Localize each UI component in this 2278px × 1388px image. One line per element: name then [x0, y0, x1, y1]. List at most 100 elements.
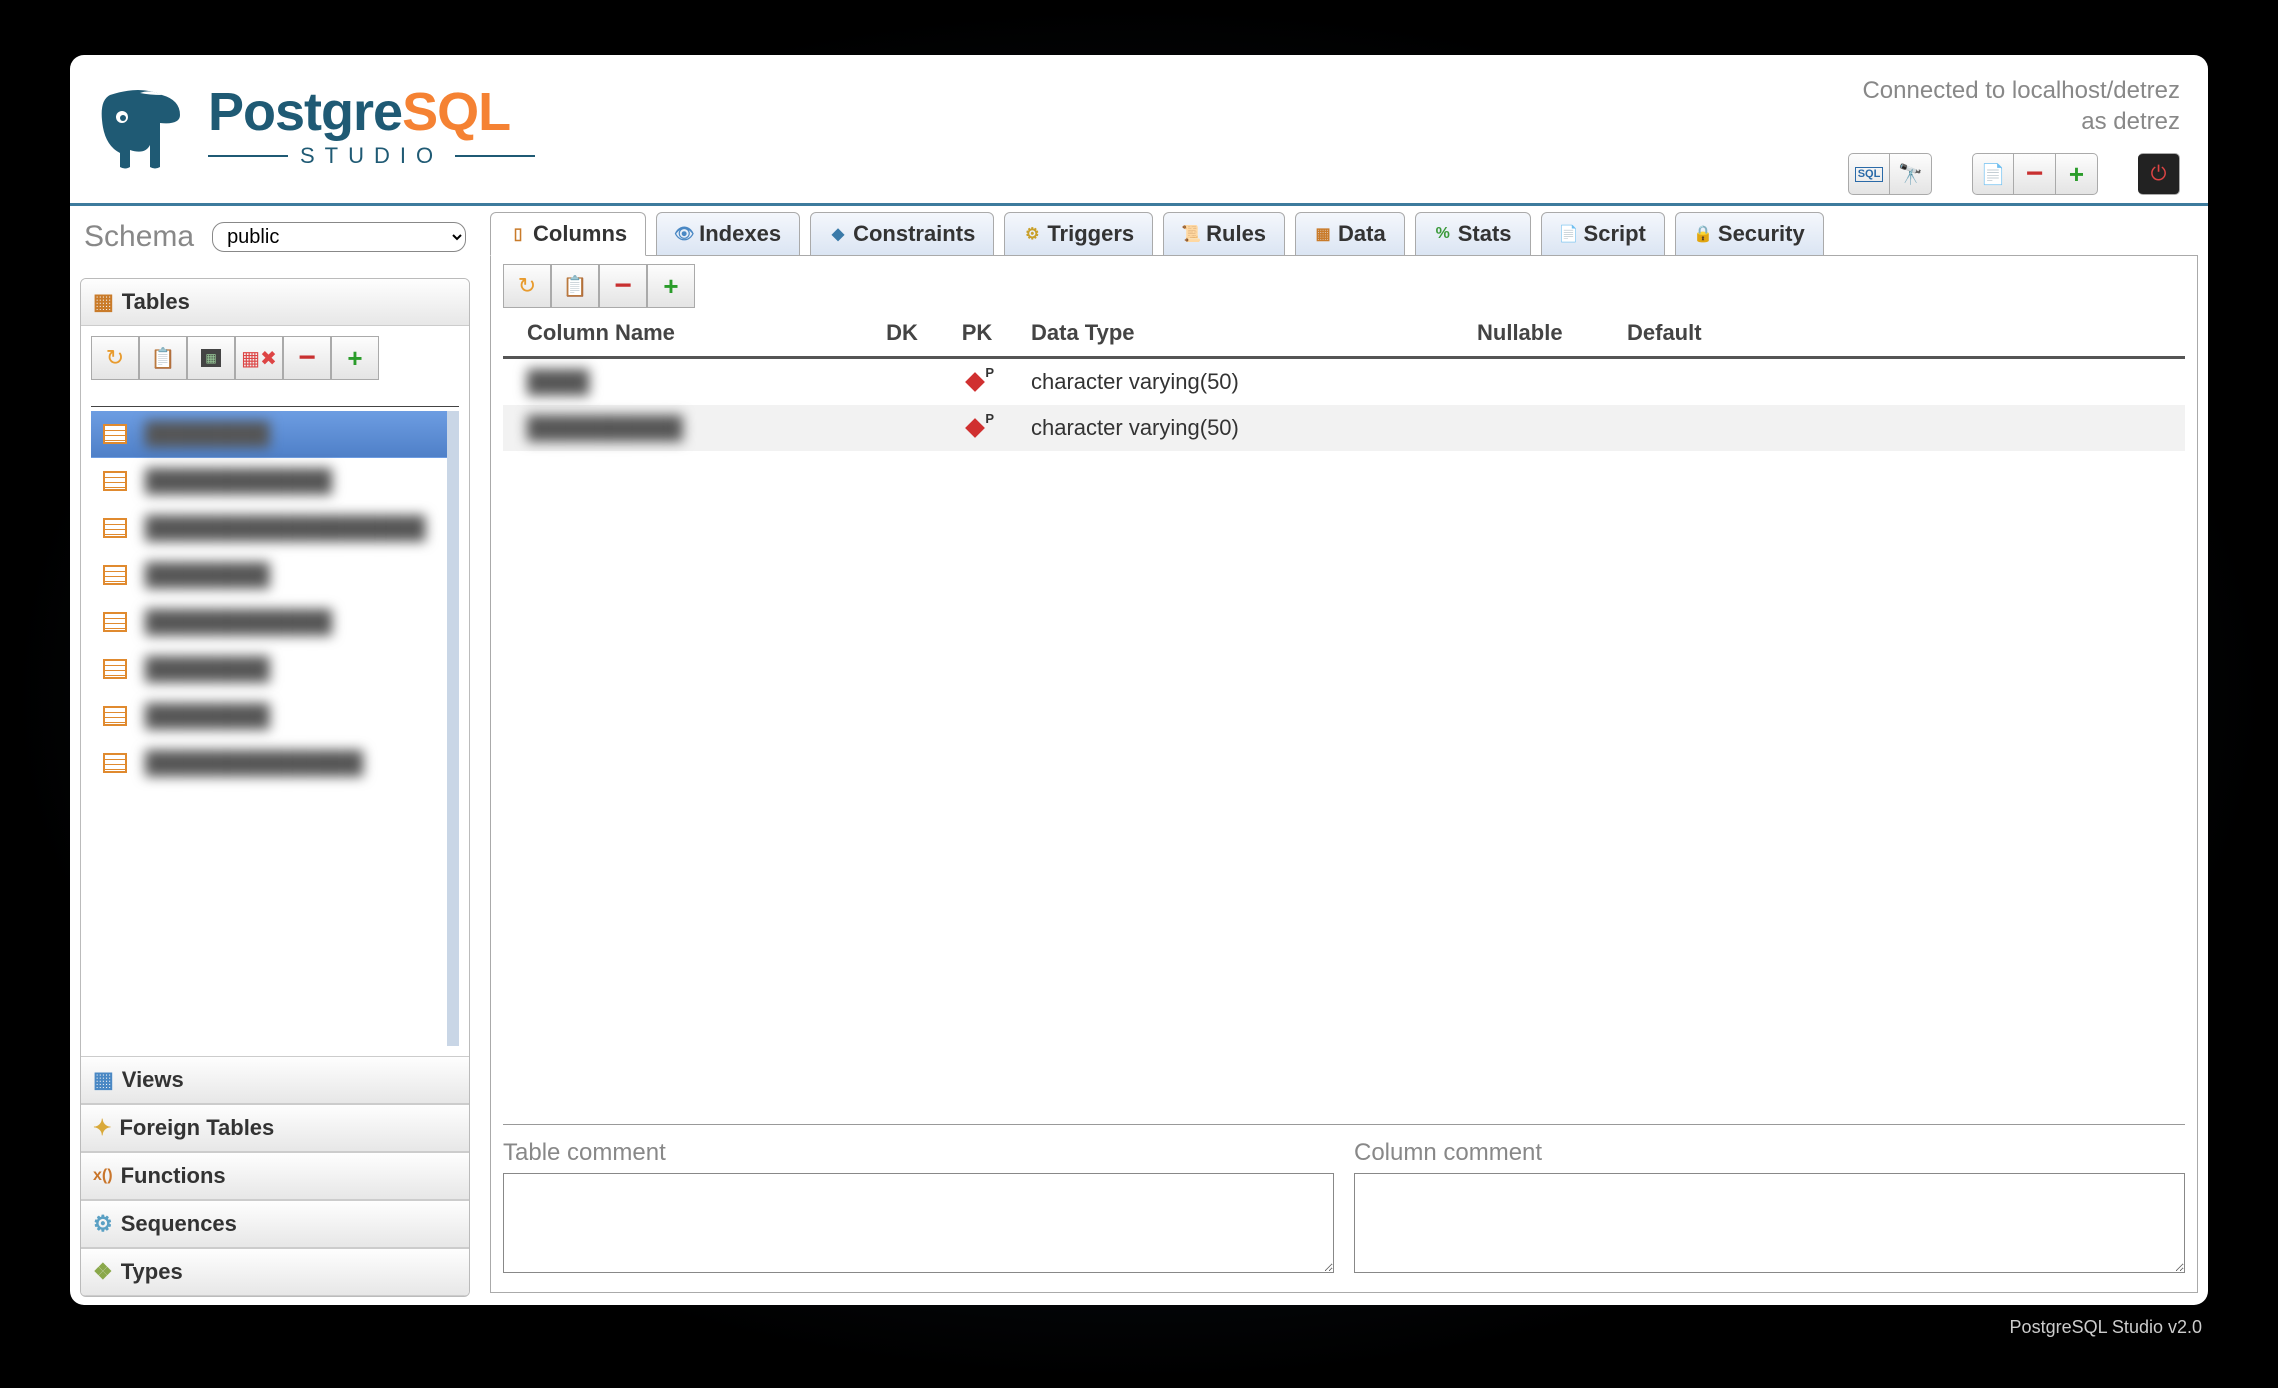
new-item-button[interactable]: 📄: [1972, 153, 2014, 195]
cell-default: [1627, 415, 2185, 441]
table-icon: [103, 565, 127, 585]
cell-pk: [937, 369, 1017, 395]
cell-pk: [937, 415, 1017, 441]
table-name: ██████████████: [145, 750, 363, 776]
tab-columns[interactable]: ▯Columns: [490, 212, 646, 256]
tab-label: Constraints: [853, 221, 975, 247]
tab-icon: %: [1434, 225, 1452, 243]
table-item[interactable]: ████████: [91, 552, 447, 599]
grid-header: Column Name DK PK Data Type Nullable Def…: [503, 312, 2185, 359]
views-icon: ▦: [93, 1067, 114, 1093]
add-button[interactable]: +: [2056, 153, 2098, 195]
analyze-table-button[interactable]: ▦: [187, 336, 235, 380]
sql-worksheet-button[interactable]: SQL: [1848, 153, 1890, 195]
section-label: Types: [121, 1259, 183, 1285]
col-header-pk[interactable]: PK: [937, 320, 1017, 346]
header-right: Connected to localhost/detrez as detrez …: [1848, 75, 2180, 195]
refresh-columns-button[interactable]: ↻: [503, 264, 551, 308]
plus-icon: +: [663, 271, 678, 302]
grid-row[interactable]: ██████████character varying(50): [503, 405, 2185, 451]
sql-icon: SQL: [1855, 167, 1884, 182]
main-panel: ▯Columns👁Indexes◆Constraints⚙Triggers📜Ru…: [480, 206, 2208, 1305]
rename-column-button[interactable]: 📋: [551, 264, 599, 308]
table-icon: [103, 753, 127, 773]
col-header-dk[interactable]: DK: [867, 320, 937, 346]
sidebar: Schema public ▦ Tables ↻ 📋: [70, 206, 480, 1305]
section-label: Tables: [122, 289, 190, 315]
tab-triggers[interactable]: ⚙Triggers: [1004, 212, 1153, 256]
table-item[interactable]: ████████: [91, 411, 447, 458]
elephant-icon: [90, 75, 190, 175]
tab-indexes[interactable]: 👁Indexes: [656, 212, 800, 256]
create-table-button[interactable]: +: [331, 336, 379, 380]
tab-rules[interactable]: 📜Rules: [1163, 212, 1285, 256]
refresh-icon: ↻: [106, 345, 124, 371]
section-tables[interactable]: ▦ Tables: [81, 279, 469, 326]
col-header-default[interactable]: Default: [1627, 320, 2185, 346]
table-item[interactable]: ████████: [91, 646, 447, 693]
tab-label: Rules: [1206, 221, 1266, 247]
table-item[interactable]: ████████: [91, 693, 447, 740]
refresh-tables-button[interactable]: ↻: [91, 336, 139, 380]
table-item[interactable]: ████████████: [91, 458, 447, 505]
section-sequences[interactable]: ⚙ Sequences: [81, 1200, 469, 1248]
tab-constraints[interactable]: ◆Constraints: [810, 212, 994, 256]
tab-icon: 👁: [675, 225, 693, 243]
add-column-button[interactable]: +: [647, 264, 695, 308]
table-icon: [103, 471, 127, 491]
table-name: ████████: [145, 703, 270, 729]
table-name: ████████: [145, 562, 270, 588]
table-item[interactable]: ████████████: [91, 599, 447, 646]
truncate-table-button[interactable]: ▦✖: [235, 336, 283, 380]
tab-security[interactable]: 🔒Security: [1675, 212, 1824, 256]
cell-nullable: [1477, 415, 1627, 441]
tab-bar: ▯Columns👁Indexes◆Constraints⚙Triggers📜Ru…: [490, 212, 2198, 256]
functions-icon: x(): [93, 1167, 113, 1185]
tables-icon: ▦: [93, 289, 114, 315]
drop-column-button[interactable]: −: [599, 264, 647, 308]
cell-type: character varying(50): [1017, 369, 1477, 395]
grid-row[interactable]: ████character varying(50): [503, 359, 2185, 405]
tab-stats[interactable]: % Stats: [1415, 212, 1531, 256]
table-item[interactable]: ██████████████████: [91, 505, 447, 552]
pk-icon: [966, 369, 988, 391]
section-types[interactable]: ❖ Types: [81, 1248, 469, 1296]
table-icon: [103, 706, 127, 726]
table-comment-input[interactable]: [503, 1173, 1334, 1273]
table-item[interactable]: ██████████████: [91, 740, 447, 787]
tab-script[interactable]: 📄Script: [1541, 212, 1665, 256]
types-icon: ❖: [93, 1259, 113, 1285]
minus-icon: −: [614, 269, 632, 303]
tab-label: Security: [1718, 221, 1805, 247]
column-comment-input[interactable]: [1354, 1173, 2185, 1273]
tab-label: Stats: [1458, 221, 1512, 247]
section-label: Foreign Tables: [119, 1115, 274, 1141]
cell-default: [1627, 369, 2185, 395]
col-header-type[interactable]: Data Type: [1017, 320, 1477, 346]
drop-table-button[interactable]: −: [283, 336, 331, 380]
power-icon: ⏻: [2151, 163, 2167, 186]
col-header-name[interactable]: Column Name: [507, 320, 867, 346]
tab-data[interactable]: ▦Data: [1295, 212, 1405, 256]
plus-icon: +: [347, 343, 362, 374]
search-button[interactable]: 🔭: [1890, 153, 1932, 195]
table-icon: [103, 424, 127, 444]
section-foreign-tables[interactable]: ✦ Foreign Tables: [81, 1104, 469, 1152]
remove-button[interactable]: −: [2014, 153, 2056, 195]
refresh-icon: ↻: [518, 273, 536, 299]
section-views[interactable]: ▦ Views: [81, 1056, 469, 1104]
copy-table-button[interactable]: 📋: [139, 336, 187, 380]
table-list[interactable]: ████████████████████████████████████████…: [91, 411, 459, 1046]
table-icon: [103, 518, 127, 538]
table-icon: [103, 659, 127, 679]
schema-select[interactable]: public: [212, 222, 466, 252]
disconnect-button[interactable]: ⏻: [2138, 153, 2180, 195]
footer-version: PostgreSQL Studio v2.0: [70, 1305, 2208, 1338]
col-header-nullable[interactable]: Nullable: [1477, 320, 1627, 346]
table-name: ██████████████████: [145, 515, 426, 541]
foreign-tables-icon: ✦: [93, 1115, 111, 1141]
section-functions[interactable]: x() Functions: [81, 1152, 469, 1200]
cell-dk: [867, 369, 937, 395]
copy-icon: 📋: [151, 346, 176, 371]
tab-icon: ⚙: [1023, 225, 1041, 243]
